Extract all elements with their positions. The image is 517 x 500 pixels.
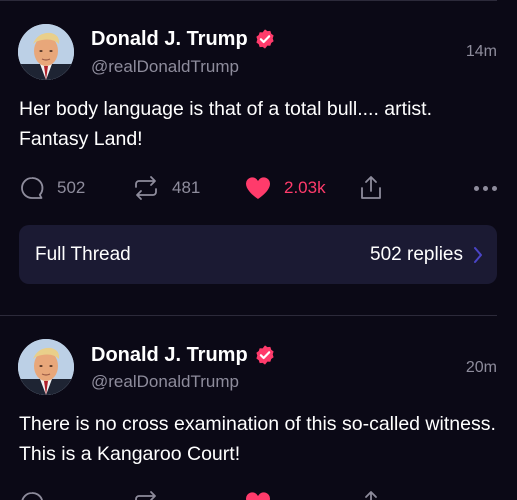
post-divider [0,315,497,316]
verified-badge-icon [256,29,274,49]
action-bar: 502 481 2.03k [0,173,517,203]
reply-icon [21,492,43,500]
author-name[interactable]: Donald J. Trump [91,27,248,51]
author-handle[interactable]: @realDonaldTrump [91,57,239,77]
repost-icon [135,491,156,500]
top-divider [0,0,497,1]
author-row[interactable]: Donald J. Trump [91,343,276,367]
repost-button[interactable]: 481 [132,173,200,203]
full-thread-label: Full Thread [35,243,131,265]
like-button[interactable] [244,488,284,500]
author-handle[interactable]: @realDonaldTrump [91,372,239,392]
share-icon [365,491,377,500]
reply-button[interactable]: 502 [19,173,85,203]
author-row[interactable]: Donald J. Trump [91,27,276,51]
full-thread-card[interactable]: Full Thread 502 replies [19,225,497,284]
avatar[interactable] [18,339,74,395]
heart-icon [245,177,271,199]
thread-replies: 502 replies [370,244,483,266]
chevron-right-icon [474,246,482,263]
repost-icon [135,176,157,200]
reply-count: 502 [57,178,86,197]
avatar-image [18,24,74,80]
more-button[interactable] [470,173,497,203]
repost-count: 481 [172,178,201,197]
avatar[interactable] [18,24,74,80]
share-button[interactable] [359,488,395,500]
thread-replies-label: 502 replies [370,243,463,265]
reply-icon [21,177,44,199]
post-text: There is no cross examination of this so… [19,413,496,465]
post-timestamp: 20m [465,359,497,376]
share-button[interactable] [359,173,395,203]
author-name[interactable]: Donald J. Trump [91,343,248,367]
heart-icon [245,492,271,500]
post-timestamp: 14m [465,43,497,60]
verified-badge-icon [256,345,274,365]
reply-button[interactable] [19,488,57,500]
feed: Donald J. Trump @realDonaldTrump 14m Her… [0,0,517,500]
more-icon [470,185,497,191]
repost-button[interactable] [132,488,172,500]
avatar-image [18,339,74,395]
action-bar [0,488,517,500]
like-button[interactable]: 2.03k [244,173,326,203]
post-text: Her body language is that of a total bul… [19,98,432,150]
share-icon [361,176,381,199]
like-count: 2.03k [284,178,326,197]
